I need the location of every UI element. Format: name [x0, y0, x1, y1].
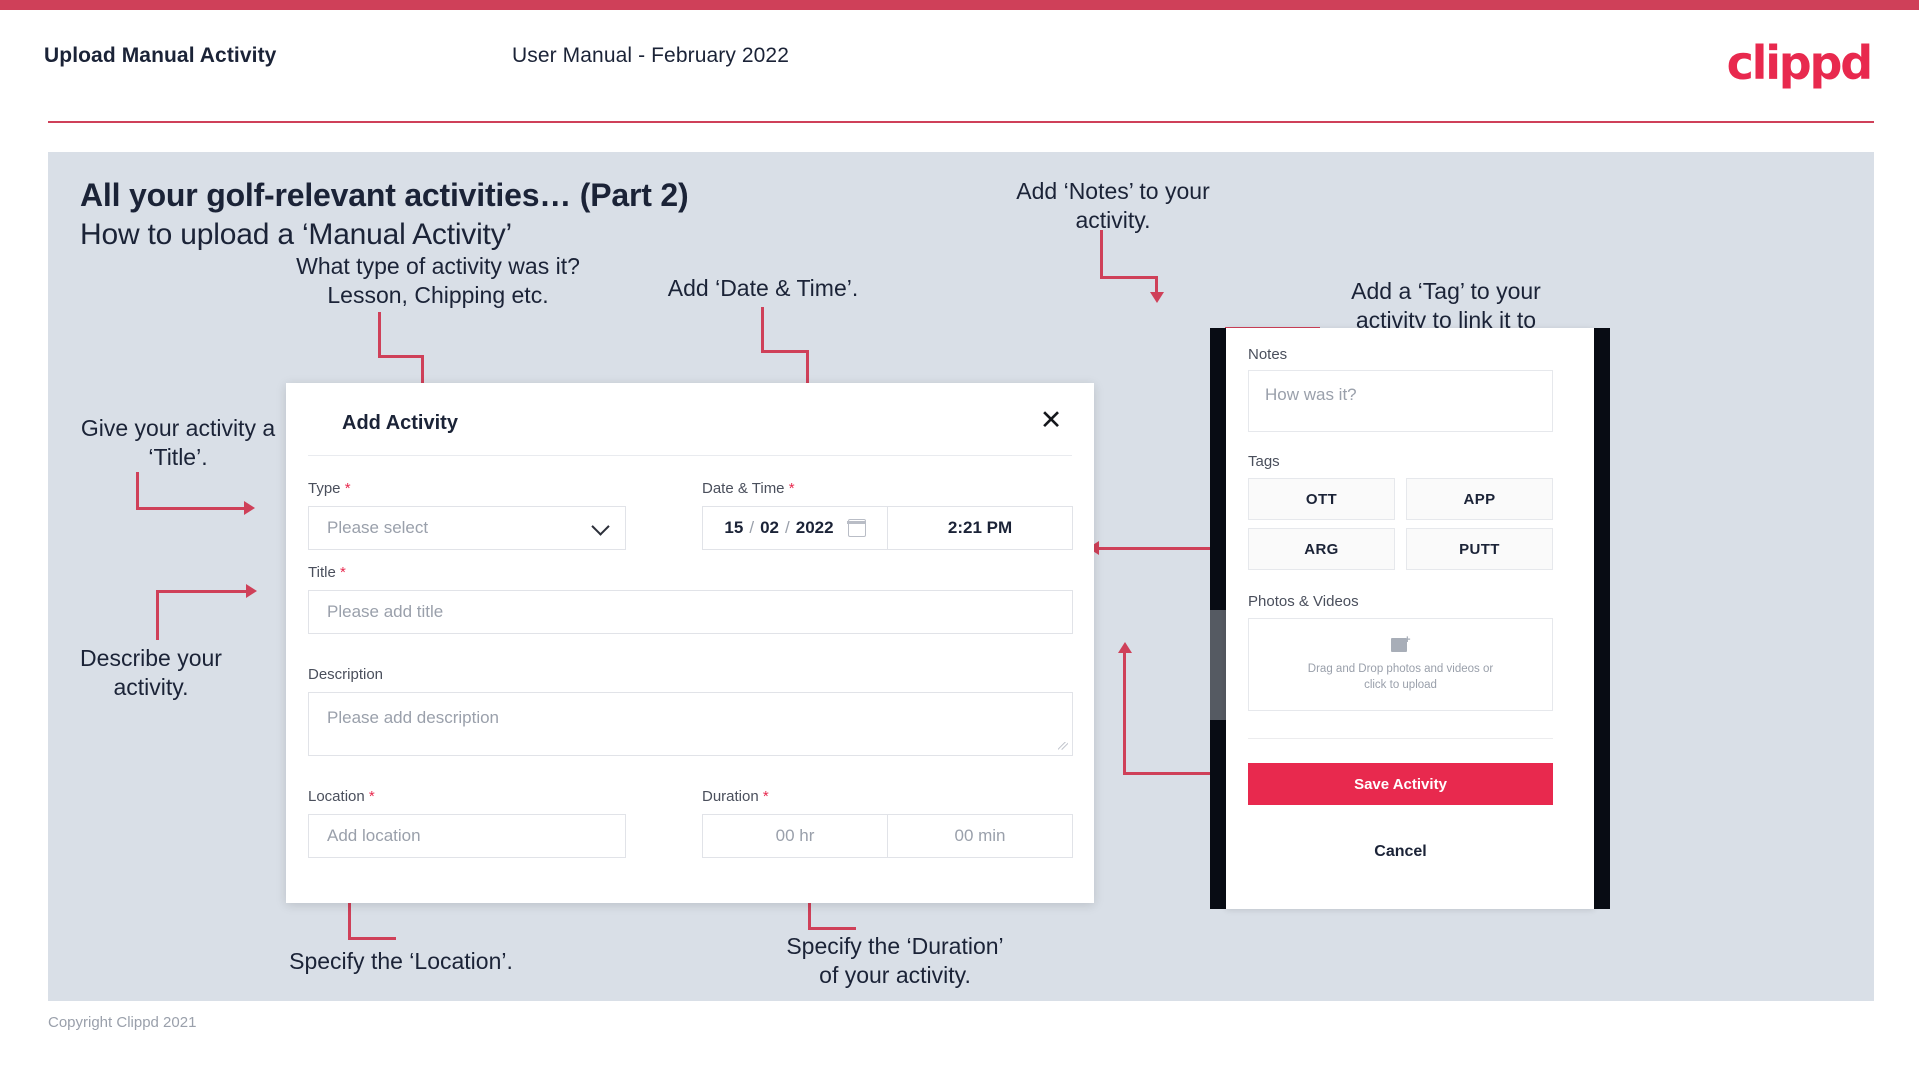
title-label: Title * [308, 564, 346, 581]
annotation-duration: Specify the ‘Duration’ of your activity. [786, 933, 1004, 988]
clippd-logo: clippd [1726, 36, 1874, 90]
phone-bezel-right-mid [1592, 563, 1610, 909]
annotation-location: Specify the ‘Location’. [289, 948, 513, 974]
connector-desc-h [156, 590, 248, 593]
description-label-text: Description [308, 666, 384, 683]
connector-notes-h [1100, 276, 1158, 279]
date-input[interactable]: 15 / 02 / 2022 [702, 506, 888, 550]
dialog-title: Add Activity [342, 412, 458, 434]
calendar-icon[interactable] [846, 519, 867, 537]
add-activity-dialog: Add Activity ✕ Type * Please select Date… [286, 383, 1094, 903]
connector-location-h [348, 937, 396, 940]
location-required-marker: * [368, 788, 375, 805]
description-textarea[interactable]: Please add description [308, 692, 1073, 756]
location-label: Location * [308, 788, 375, 805]
photos-label: Photos & Videos [1248, 593, 1359, 610]
annotation-title-field: Give your activity a ‘Title’. [80, 415, 276, 470]
chevron-down-icon [591, 517, 610, 536]
tag-ott-button[interactable]: OTT [1248, 478, 1395, 520]
connector-notes-v1 [1100, 230, 1103, 278]
connector-title-h [136, 507, 246, 510]
connector-duration-h [808, 927, 856, 930]
duration-minutes-input[interactable]: 00 min [887, 814, 1073, 858]
connector-title-v [136, 472, 139, 510]
connector-type-h [378, 355, 424, 358]
type-label: Type * [308, 480, 351, 497]
slide-title: All your golf-relevant activities… (Part… [80, 177, 689, 213]
notes-textarea[interactable]: How was it? [1248, 370, 1553, 432]
header-subtitle: User Manual - February 2022 [512, 44, 789, 67]
time-value: 2:21 PM [947, 518, 1013, 537]
photo-upload-dropzone[interactable]: + Drag and Drop photos and videos or cli… [1248, 618, 1553, 711]
tag-app-button[interactable]: APP [1406, 478, 1553, 520]
annotation-datetime: Add ‘Date & Time’. [667, 275, 859, 301]
notes-placeholder: How was it? [1265, 385, 1357, 404]
top-accent-bar [0, 0, 1919, 10]
annotation-description: Describe your activity. [80, 645, 222, 700]
time-input[interactable]: 2:21 PM [887, 506, 1073, 550]
description-label: Description [308, 666, 383, 683]
date-separator-2: / [785, 518, 790, 537]
type-select[interactable]: Please select [308, 506, 626, 550]
date-month: 02 [760, 518, 779, 537]
dialog-header-divider [308, 455, 1072, 456]
location-input[interactable]: Add location [308, 814, 626, 858]
phone-mockup: Notes How was it? Tags OTT APP ARG PUTT … [1210, 328, 1610, 909]
description-placeholder: Please add description [327, 708, 500, 727]
tag-arg-button[interactable]: ARG [1248, 528, 1395, 570]
type-label-text: Type [308, 480, 341, 497]
notes-label: Notes [1248, 346, 1288, 363]
add-image-icon: + [1390, 635, 1411, 653]
title-required-marker: * [339, 564, 346, 581]
date-separator-1: / [749, 518, 755, 537]
connector-datetime-h [761, 350, 809, 353]
type-required-marker: * [344, 480, 351, 497]
save-activity-button[interactable]: Save Activity [1248, 763, 1553, 805]
title-label-text: Title [308, 564, 336, 581]
datetime-label: Date & Time * [702, 480, 795, 497]
duration-minutes-placeholder: 00 min [954, 826, 1006, 845]
duration-hours-placeholder: 00 hr [775, 826, 815, 845]
date-day: 15 [724, 518, 744, 537]
page-title: Upload Manual Activity [44, 44, 277, 67]
title-input[interactable]: Please add title [308, 590, 1073, 634]
duration-label-text: Duration [702, 788, 759, 805]
slide-subtitle: How to upload a ‘Manual Activity’ [80, 218, 512, 251]
header-divider [48, 121, 1874, 123]
datetime-label-text: Date & Time [702, 480, 785, 497]
duration-required-marker: * [762, 788, 769, 805]
phone-bezel-right-top [1592, 328, 1610, 563]
datetime-required-marker: * [788, 480, 795, 497]
footer-copyright: Copyright Clippd 2021 [48, 1014, 197, 1031]
connector-title-arrow [244, 501, 255, 515]
duration-label: Duration * [702, 788, 769, 805]
connector-type-v1 [378, 312, 381, 358]
type-placeholder: Please select [327, 518, 429, 537]
duration-hours-input[interactable]: 00 hr [702, 814, 888, 858]
connector-save-arrow [1118, 642, 1132, 653]
connector-notes-arrow [1150, 292, 1164, 303]
annotation-type: What type of activity was it? Lesson, Ch… [296, 253, 580, 308]
connector-desc-v [156, 592, 159, 640]
phone-divider [1248, 738, 1553, 739]
tags-label: Tags [1248, 453, 1280, 470]
connector-desc-arrow [246, 584, 257, 598]
connector-datetime-v1 [761, 307, 764, 353]
annotation-notes: Add ‘Notes’ to your activity. [1016, 178, 1210, 233]
title-placeholder: Please add title [327, 602, 444, 621]
cancel-button[interactable]: Cancel [1248, 843, 1553, 861]
tag-putt-button[interactable]: PUTT [1406, 528, 1553, 570]
connector-save-v [1123, 652, 1126, 774]
dropzone-text-line1: Drag and Drop photos and videos or [1307, 663, 1494, 675]
location-placeholder: Add location [327, 826, 421, 845]
resize-handle-icon[interactable] [1058, 742, 1068, 752]
location-label-text: Location [308, 788, 365, 805]
dropzone-text-line2: click to upload [1364, 679, 1437, 691]
close-icon[interactable]: ✕ [1034, 403, 1068, 437]
date-year: 2022 [795, 518, 834, 537]
phone-screen: Notes How was it? Tags OTT APP ARG PUTT … [1226, 328, 1594, 909]
